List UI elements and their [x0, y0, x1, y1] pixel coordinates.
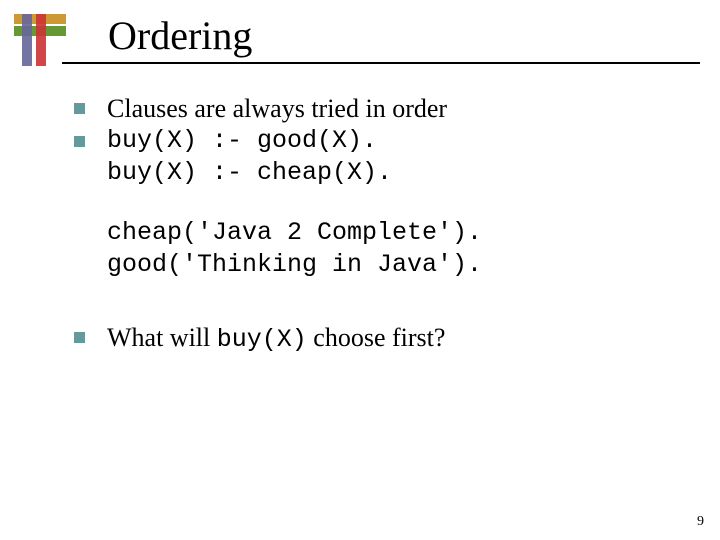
bullet-icon	[74, 136, 85, 147]
bullet-icon	[74, 103, 85, 114]
bullet-text: Clauses are always tried in order	[107, 92, 680, 125]
bullet-text-code: buy(X) :- cheap(X).	[74, 157, 680, 189]
bullet-item: What will buy(X) choose first?	[74, 321, 680, 356]
bullet-text-code: buy(X) :- good(X).	[107, 125, 680, 157]
title-underline	[62, 62, 700, 64]
question-code: buy(X)	[217, 325, 307, 354]
page-title: Ordering	[108, 12, 252, 59]
question-suffix: choose first?	[307, 323, 446, 352]
bullet-icon	[74, 332, 85, 343]
bullet-item: buy(X) :- good(X).	[74, 125, 680, 157]
question-prefix: What will	[107, 323, 217, 352]
code-fact: cheap('Java 2 Complete').	[74, 217, 680, 249]
slide-content: Clauses are always tried in order buy(X)…	[74, 92, 680, 356]
code-fact: good('Thinking in Java').	[74, 249, 680, 281]
page-number: 9	[697, 514, 704, 530]
bullet-item: Clauses are always tried in order	[74, 92, 680, 125]
bullet-text: What will buy(X) choose first?	[107, 321, 680, 356]
slide-logo	[14, 14, 74, 74]
